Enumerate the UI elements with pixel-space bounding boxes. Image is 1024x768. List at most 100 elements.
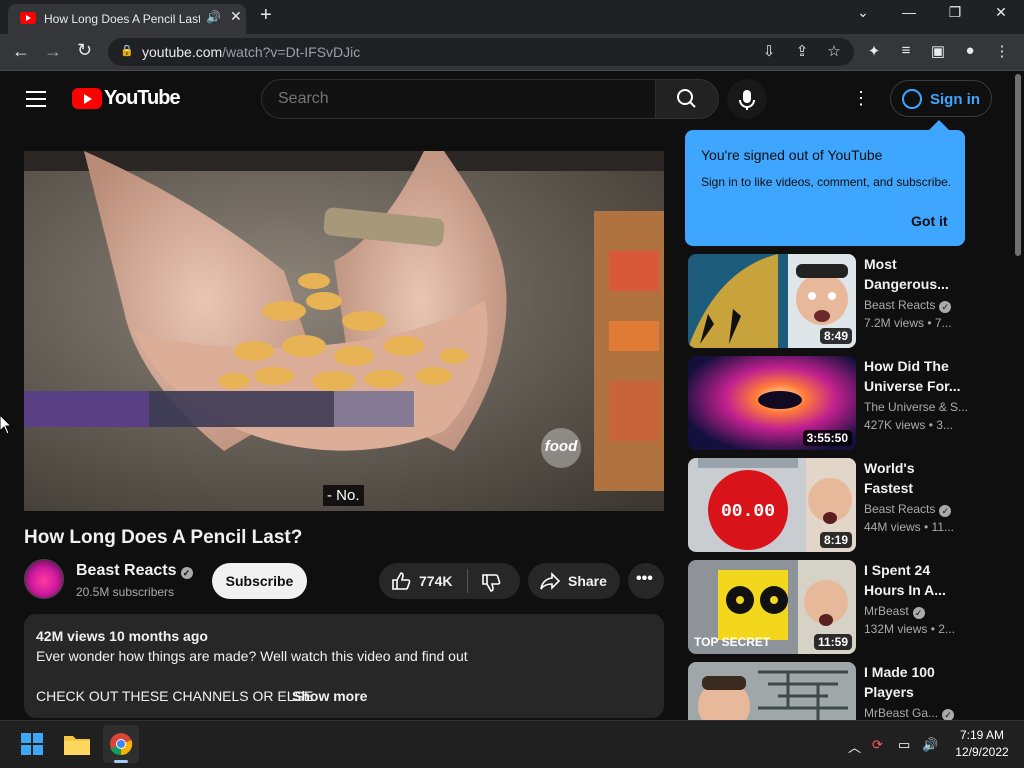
verified-icon: ✓ xyxy=(942,709,955,720)
video-thumbnail[interactable]: 8:49 xyxy=(688,254,856,348)
subscribe-button[interactable]: Subscribe xyxy=(212,563,307,599)
channel-avatar[interactable] xyxy=(24,559,64,599)
minimize-button[interactable]: — xyxy=(894,4,924,20)
network-icon[interactable]: ▭ xyxy=(898,737,910,753)
forward-icon[interactable]: → xyxy=(44,41,62,62)
like-icon[interactable] xyxy=(390,570,412,592)
recommendation-item[interactable]: 00.00 8:19 World's Fastest Workers! Beas… xyxy=(688,458,1012,554)
thumbnail-caption-text: TOP SECRET xyxy=(694,635,771,649)
page-scrollbar[interactable] xyxy=(1012,72,1024,720)
recommendation-channel[interactable]: The Universe & S... xyxy=(864,400,968,414)
video-thumbnail[interactable] xyxy=(688,662,856,720)
active-app-indicator xyxy=(114,760,128,763)
recommendation-stats: 7.2M views • 7... xyxy=(864,316,952,330)
subscriber-count: 20.5M subscribers xyxy=(76,585,175,599)
sign-in-label: Sign in xyxy=(930,91,980,108)
lock-icon: 🔒 xyxy=(120,45,134,57)
show-hidden-icons-icon[interactable]: ︿ xyxy=(848,737,861,756)
verified-icon: ✓ xyxy=(939,301,952,313)
description-line: Ever wonder how things are made? Well wa… xyxy=(36,648,468,664)
verified-icon: ✓ xyxy=(939,505,952,517)
got-it-button[interactable]: Got it xyxy=(911,213,948,229)
clock-time: 7:19 AM xyxy=(959,728,1005,742)
restore-button[interactable]: ❐ xyxy=(940,4,970,21)
address-bar[interactable]: 🔒 youtube.com/watch?v=Dt-IFSvDJic xyxy=(108,38,854,66)
chrome-menu-icon[interactable]: ⋮ xyxy=(992,42,1012,60)
search-button[interactable] xyxy=(655,79,719,119)
youtube-logo-icon[interactable] xyxy=(72,88,102,109)
recommendation-title[interactable]: I Spent 24 Hours In A... xyxy=(864,560,966,600)
video-thumbnail[interactable]: TOP SECRET 11:59 xyxy=(688,560,856,654)
hamburger-menu-icon[interactable] xyxy=(26,91,46,107)
recommendation-item[interactable]: I Made 100 Players Escap... MrBeast Ga..… xyxy=(688,662,1012,720)
description-box[interactable]: 42M views 10 months ago Ever wonder how … xyxy=(24,614,664,718)
microphone-icon xyxy=(739,90,755,110)
install-app-icon[interactable]: ⇩ xyxy=(759,42,779,60)
recommendation-stats: 44M views • 11... xyxy=(864,520,955,534)
channel-name-text: Beast Reacts xyxy=(76,562,177,579)
back-icon[interactable]: ← xyxy=(12,41,30,62)
recommendation-title[interactable]: World's Fastest Workers! xyxy=(864,458,966,498)
settings-menu-icon[interactable]: ⋮ xyxy=(852,88,870,109)
sync-alert-icon[interactable]: ⟳ xyxy=(872,737,883,753)
tab-search-icon[interactable]: ⌄ xyxy=(848,4,878,21)
recommendation-item[interactable]: 8:49 Most Dangerous... Beast Reacts ✓ 7.2… xyxy=(688,254,1012,350)
channel-name[interactable]: Beast Reacts ✓ xyxy=(76,562,193,580)
search-input[interactable] xyxy=(261,79,656,119)
share-icon xyxy=(540,572,561,590)
youtube-logo-text[interactable]: YouTube xyxy=(104,87,181,110)
sign-in-button[interactable]: Sign in xyxy=(890,80,992,117)
recommendation-channel[interactable]: MrBeast Ga... ✓ xyxy=(864,706,955,720)
file-explorer-icon[interactable] xyxy=(64,733,90,755)
recommendation-channel[interactable]: Beast Reacts ✓ xyxy=(864,502,952,517)
side-panel-icon[interactable]: ▣ xyxy=(928,42,948,60)
media-control-icon[interactable]: ≡ xyxy=(896,42,916,59)
windows-start-icon[interactable] xyxy=(21,733,43,755)
volume-icon[interactable]: 🔊 xyxy=(922,737,938,753)
description-line: CHECK OUT THESE CHANNELS OR ELSE xyxy=(36,688,314,704)
voice-search-button[interactable] xyxy=(727,79,767,119)
audio-playing-icon[interactable]: 🔊 xyxy=(206,10,221,24)
like-count[interactable]: 774K xyxy=(419,573,452,589)
signed-out-popup: You're signed out of YouTube Sign in to … xyxy=(685,120,965,246)
verified-icon: ✓ xyxy=(912,607,925,619)
close-tab-icon[interactable]: ✕ xyxy=(230,8,242,25)
video-duration: 8:19 xyxy=(819,532,852,548)
profile-icon[interactable]: ● xyxy=(960,42,980,59)
reload-icon[interactable]: ↻ xyxy=(77,40,92,61)
close-window-button[interactable]: ✕ xyxy=(986,4,1016,21)
popup-heading: You're signed out of YouTube xyxy=(701,147,883,163)
recommendation-channel[interactable]: Beast Reacts ✓ xyxy=(864,298,952,313)
recommendation-channel[interactable]: MrBeast ✓ xyxy=(864,604,925,619)
windows-taskbar xyxy=(0,720,1024,768)
like-divider xyxy=(467,569,468,593)
recommendation-stats: 132M views • 2... xyxy=(864,622,955,636)
recommendation-item[interactable]: TOP SECRET 11:59 I Spent 24 Hours In A..… xyxy=(688,560,1012,656)
taskbar-clock[interactable]: 7:19 AM 12/9/2022 xyxy=(952,727,1012,761)
browser-tab[interactable]: How Long Does A Pencil Last? 🔊 ✕ xyxy=(8,4,246,34)
bookmark-star-icon[interactable]: ☆ xyxy=(824,42,844,60)
recommendation-title[interactable]: I Made 100 Players Escap... xyxy=(864,662,966,702)
video-thumbnail[interactable]: 00.00 8:19 xyxy=(688,458,856,552)
thumbnail-timer-text: 00.00 xyxy=(721,502,775,522)
url-text: youtube.com/watch?v=Dt-IFSvDJic xyxy=(142,44,361,60)
views-and-date: 42M views 10 months ago xyxy=(36,628,208,644)
show-more-button[interactable]: Show more xyxy=(292,688,367,704)
video-title: How Long Does A Pencil Last? xyxy=(24,527,303,548)
new-tab-button[interactable]: + xyxy=(260,4,272,27)
share-page-icon[interactable]: ⇪ xyxy=(792,42,812,60)
recommendation-title[interactable]: Most Dangerous... xyxy=(864,254,966,294)
video-duration: 3:55:50 xyxy=(802,430,852,446)
popup-body: Sign in to like videos, comment, and sub… xyxy=(701,175,952,189)
scrollbar-thumb[interactable] xyxy=(1015,74,1021,256)
dislike-icon[interactable] xyxy=(480,572,502,594)
tab-title: How Long Does A Pencil Last? xyxy=(44,12,200,26)
food-network-watermark: food xyxy=(541,428,581,468)
recommendation-item[interactable]: 3:55:50 How Did The Universe For... The … xyxy=(688,356,1012,452)
video-duration: 11:59 xyxy=(813,634,852,650)
more-horizontal-icon: ••• xyxy=(636,570,653,587)
extensions-icon[interactable]: ✦ xyxy=(864,42,884,60)
video-thumbnail[interactable]: 3:55:50 xyxy=(688,356,856,450)
share-label: Share xyxy=(568,573,607,589)
recommendation-title[interactable]: How Did The Universe For... xyxy=(864,356,966,396)
